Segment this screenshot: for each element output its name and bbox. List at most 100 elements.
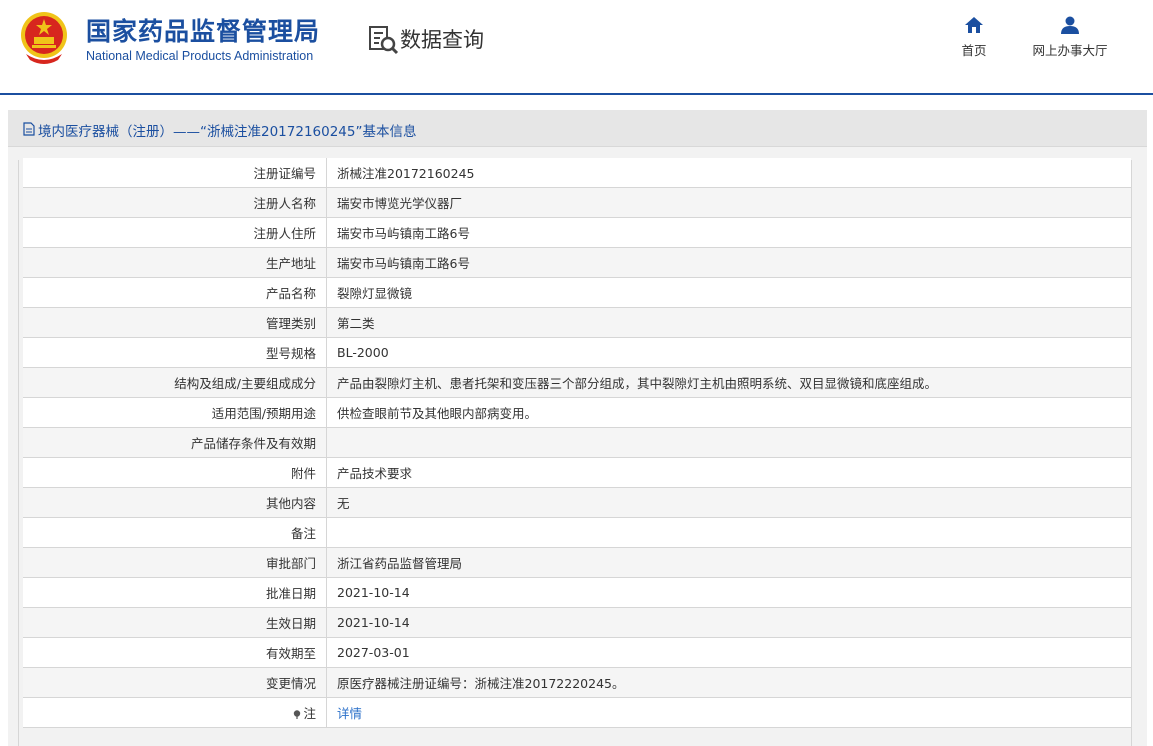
- row-label: 适用范围/预期用途: [23, 397, 327, 428]
- row-label: 其他内容: [23, 487, 327, 518]
- row-value: 瑞安市博览光学仪器厂: [326, 187, 1131, 218]
- table-row: 产品名称 裂隙灯显微镜: [23, 277, 1131, 308]
- row-label-text: 注: [303, 706, 316, 721]
- row-value: [326, 517, 1131, 548]
- table-row: 审批部门 浙江省药品监督管理局: [23, 547, 1131, 578]
- row-label-text: 产品储存条件及有效期: [190, 436, 316, 451]
- row-label: 变更情况: [23, 667, 327, 698]
- table-row: 附件 产品技术要求: [23, 457, 1131, 488]
- user-icon: [1061, 16, 1079, 34]
- row-label: 型号规格: [23, 337, 327, 368]
- table-row: 批准日期 2021-10-14: [23, 577, 1131, 608]
- row-value-text: 瑞安市博览光学仪器厂: [337, 196, 463, 211]
- row-label: 结构及组成/主要组成成分: [23, 367, 327, 398]
- row-value: 原医疗器械注册证编号：浙械注准20172220245。: [326, 667, 1131, 698]
- table-row: 注 详情: [23, 697, 1131, 728]
- home-icon: [965, 17, 983, 33]
- table-border-right: [1131, 160, 1132, 746]
- row-value-text: 瑞安市马屿镇南工路6号: [337, 256, 470, 271]
- row-label: 注: [23, 697, 327, 728]
- row-label-text: 生效日期: [265, 616, 316, 631]
- table-row: 注册人名称 瑞安市博览光学仪器厂: [23, 187, 1131, 218]
- table-row: 适用范围/预期用途 供检查眼前节及其他眼内部病变用。: [23, 397, 1131, 428]
- table-row: 其他内容 无: [23, 487, 1131, 518]
- row-label-text: 变更情况: [265, 676, 316, 691]
- site-header: 国家药品监督管理局 National Medical Products Admi…: [0, 0, 1153, 93]
- table-row: 变更情况 原医疗器械注册证编号：浙械注准20172220245。: [23, 667, 1131, 698]
- row-value: 瑞安市马屿镇南工路6号: [326, 247, 1131, 278]
- table-row: 注册人住所 瑞安市马屿镇南工路6号: [23, 217, 1131, 248]
- row-value: [326, 427, 1131, 458]
- table-border-left: [18, 160, 19, 746]
- row-label: 产品储存条件及有效期: [23, 427, 327, 458]
- row-value-text: 原医疗器械注册证编号：浙械注准20172220245。: [337, 676, 625, 691]
- row-value-text: 2027-03-01: [337, 645, 410, 660]
- row-value-text: 供检查眼前节及其他眼内部病变用。: [337, 406, 538, 421]
- row-value: 供检查眼前节及其他眼内部病变用。: [326, 397, 1131, 428]
- table-row: 注册证编号 浙械注准20172160245: [23, 158, 1131, 188]
- row-value: 产品技术要求: [326, 457, 1131, 488]
- row-label-text: 注册证编号: [253, 166, 316, 181]
- national-emblem-icon: [21, 12, 67, 64]
- agency-name-cn: 国家药品监督管理局: [86, 17, 321, 46]
- section-title: 数据查询: [400, 28, 484, 52]
- table-row: 生效日期 2021-10-14: [23, 607, 1131, 638]
- header-divider: [0, 93, 1153, 95]
- row-label-text: 管理类别: [265, 316, 316, 331]
- panel-title-bar: 境内医疗器械（注册）——“浙械注准20172160245”基本信息: [8, 110, 1147, 147]
- table-row: 生产地址 瑞安市马屿镇南工路6号: [23, 247, 1131, 278]
- row-label: 注册人名称: [23, 187, 327, 218]
- row-value-text: 2021-10-14: [337, 585, 410, 600]
- row-value-text: 浙江省药品监督管理局: [337, 556, 463, 571]
- row-label-text: 备注: [290, 526, 316, 541]
- data-query-icon: [369, 26, 399, 55]
- row-value-text: BL-2000: [337, 345, 389, 360]
- nav-home[interactable]: 首页: [954, 16, 994, 59]
- row-value: 2021-10-14: [326, 607, 1131, 638]
- nav-home-label: 首页: [961, 43, 987, 58]
- row-label: 批准日期: [23, 577, 327, 608]
- panel-title: 境内医疗器械（注册）——“浙械注准20172160245”基本信息: [38, 124, 417, 140]
- row-label-text: 结构及组成/主要组成成分: [174, 376, 316, 391]
- row-label-text: 型号规格: [265, 346, 316, 361]
- row-value: 瑞安市马屿镇南工路6号: [326, 217, 1131, 248]
- row-label-text: 批准日期: [265, 586, 316, 601]
- row-label: 审批部门: [23, 547, 327, 578]
- agency-name-en: National Medical Products Administration: [86, 49, 314, 63]
- table-row: 管理类别 第二类: [23, 307, 1131, 338]
- row-value: 无: [326, 487, 1131, 518]
- row-label: 生效日期: [23, 607, 327, 638]
- row-label: 管理类别: [23, 307, 327, 338]
- row-value-text: 2021-10-14: [337, 615, 410, 630]
- row-value-text: 无: [337, 496, 350, 511]
- row-label-text: 适用范围/预期用途: [211, 406, 316, 421]
- table-row: 产品储存条件及有效期: [23, 427, 1131, 458]
- table-row: 备注: [23, 517, 1131, 548]
- row-value: 裂隙灯显微镜: [326, 277, 1131, 308]
- nav-online-service-hall[interactable]: 网上办事大厅: [1022, 16, 1118, 59]
- table-row: 有效期至 2027-03-01: [23, 637, 1131, 668]
- row-label-text: 有效期至: [265, 646, 316, 661]
- row-label: 生产地址: [23, 247, 327, 278]
- row-value-text: 浙械注准20172160245: [337, 166, 475, 181]
- row-label-text: 生产地址: [265, 256, 316, 271]
- row-value: 浙江省药品监督管理局: [326, 547, 1131, 578]
- row-value-text: 裂隙灯显微镜: [337, 286, 413, 301]
- row-label-text: 注册人名称: [253, 196, 316, 211]
- row-value-text: 第二类: [337, 316, 375, 331]
- row-value: 2027-03-01: [326, 637, 1131, 668]
- details-link[interactable]: 详情: [337, 706, 362, 721]
- note-pin-icon: [294, 710, 301, 719]
- row-value[interactable]: 详情: [326, 697, 1131, 728]
- row-label: 注册证编号: [23, 158, 327, 188]
- row-value: 产品由裂隙灯主机、患者托架和变压器三个部分组成，其中裂隙灯主机由照明系统、双目显…: [326, 367, 1131, 398]
- info-panel: 境内医疗器械（注册）——“浙械注准20172160245”基本信息 注册证编号浙…: [8, 110, 1147, 746]
- row-value: 浙械注准20172160245: [326, 158, 1131, 188]
- document-icon: [23, 122, 35, 136]
- row-label: 产品名称: [23, 277, 327, 308]
- row-label: 备注: [23, 517, 327, 548]
- row-value-text: 瑞安市马屿镇南工路6号: [337, 226, 470, 241]
- table-row: 型号规格 BL-2000: [23, 337, 1131, 368]
- row-value-text: 产品由裂隙灯主机、患者托架和变压器三个部分组成，其中裂隙灯主机由照明系统、双目显…: [337, 376, 938, 391]
- row-label-text: 附件: [290, 466, 316, 481]
